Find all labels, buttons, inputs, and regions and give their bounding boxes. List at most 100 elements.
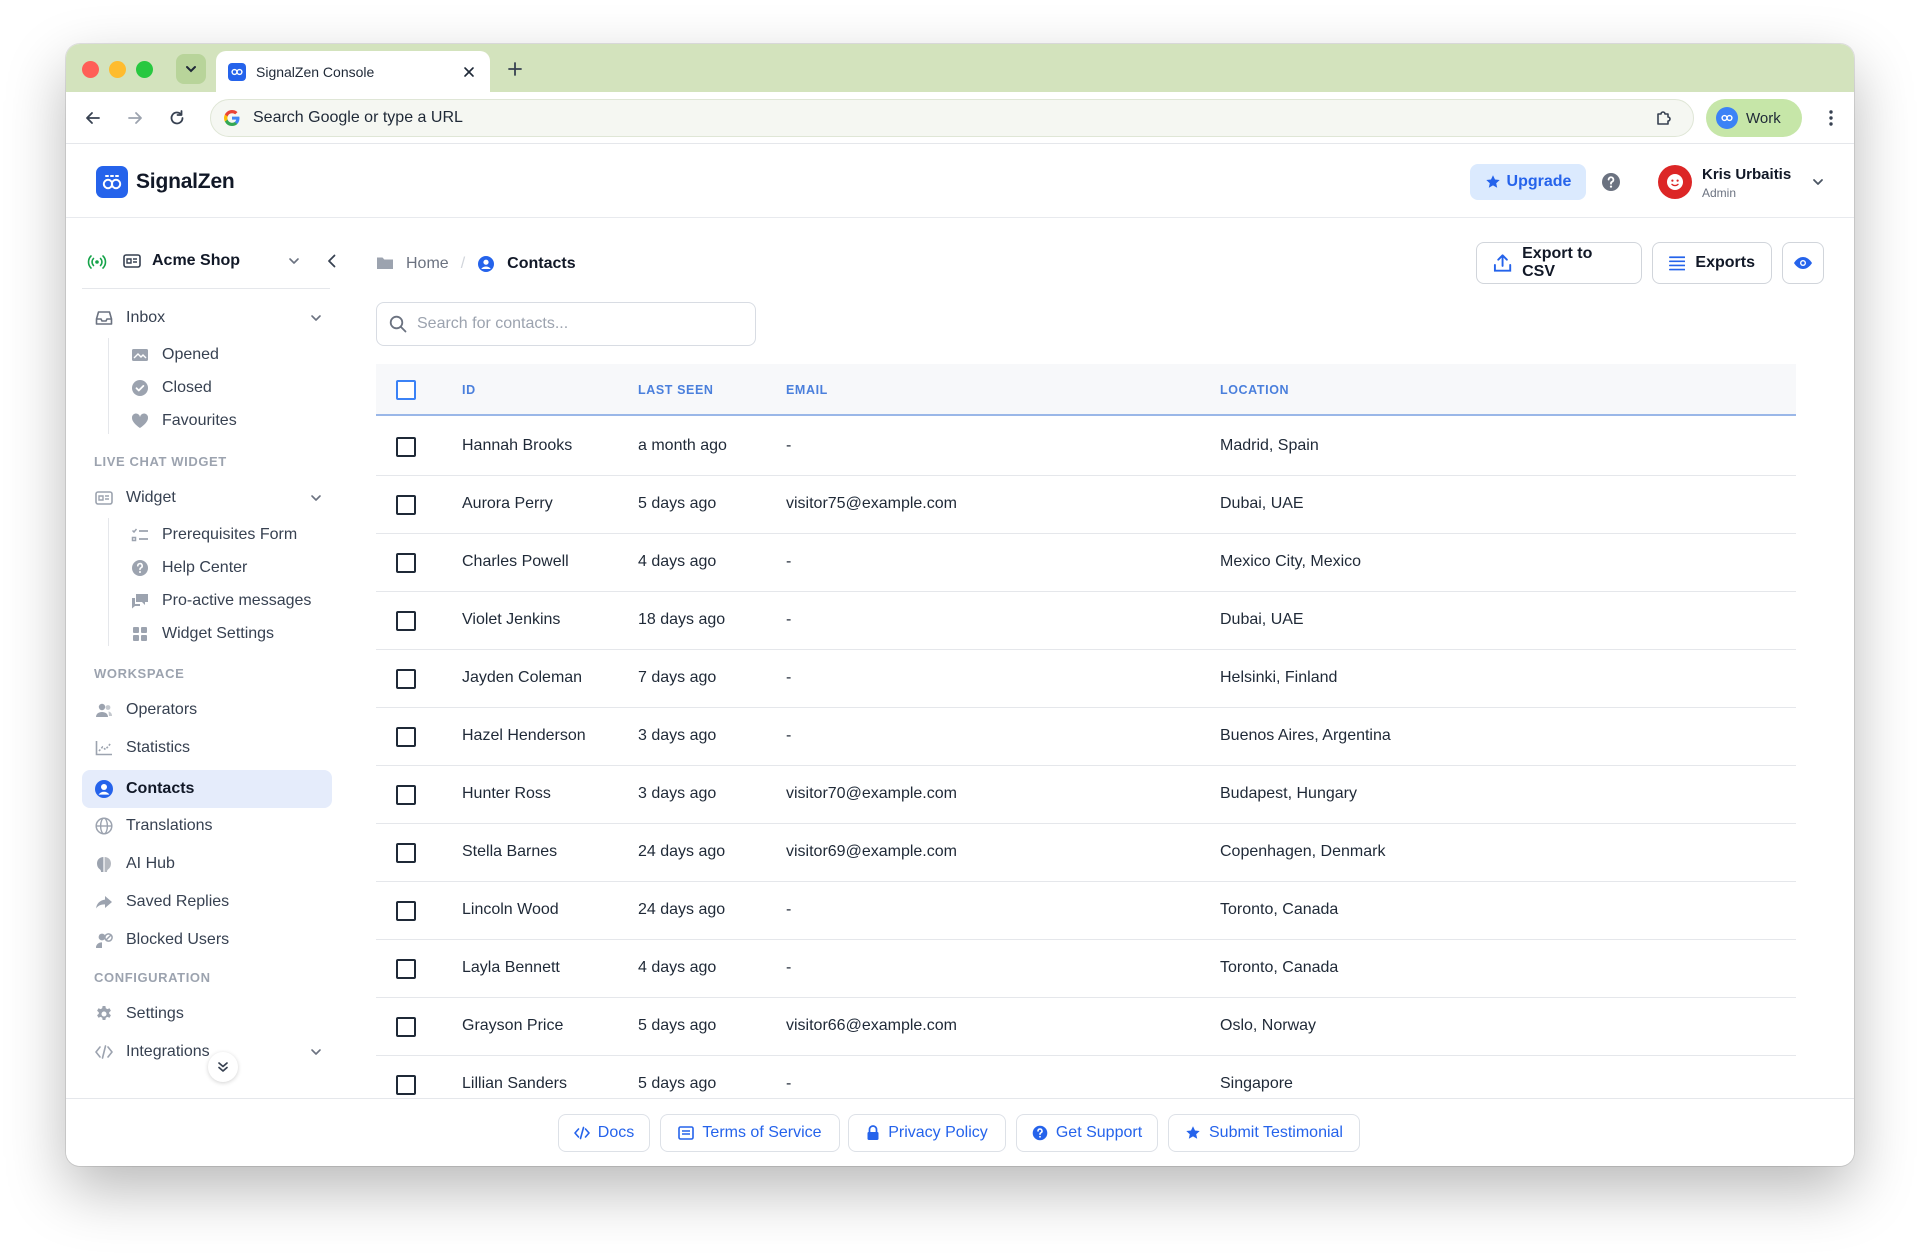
user-menu-chevron-icon[interactable]	[1810, 174, 1826, 190]
cell-last-seen: 5 days ago	[638, 495, 717, 512]
sidebar-item-help-center[interactable]: Help Center	[82, 553, 332, 583]
sidebar-item-favourites[interactable]: Favourites	[82, 406, 332, 436]
row-checkbox[interactable]	[396, 901, 416, 921]
row-checkbox[interactable]	[396, 1017, 416, 1037]
sidebar-item-label: Help Center	[162, 559, 248, 576]
support-link[interactable]: Get Support	[1016, 1114, 1158, 1152]
upgrade-button[interactable]: Upgrade	[1470, 164, 1586, 200]
sidebar-item-translations[interactable]: Translations	[82, 810, 332, 842]
column-header-id[interactable]: ID	[462, 383, 476, 397]
sidebar-item-inbox[interactable]: Inbox	[82, 302, 332, 334]
table-row[interactable]: Hunter Ross 3 days ago visitor70@example.c…	[376, 766, 1796, 824]
table-row[interactable]: Lincoln Wood 24 days ago - Toronto, Canada	[376, 882, 1796, 940]
column-header-email[interactable]: EMAIL	[786, 383, 828, 397]
export-csv-button[interactable]: Export to CSV	[1476, 242, 1642, 284]
row-checkbox[interactable]	[396, 437, 416, 457]
sidebar-item-label: Widget	[126, 489, 176, 506]
contacts-search[interactable]	[376, 302, 756, 346]
row-checkbox[interactable]	[396, 611, 416, 631]
help-button[interactable]	[1601, 172, 1621, 192]
store-icon	[122, 251, 142, 271]
inbox-icon	[94, 308, 114, 328]
privacy-label: Privacy Policy	[888, 1124, 988, 1141]
testimonial-link[interactable]: Submit Testimonial	[1168, 1114, 1360, 1152]
row-checkbox[interactable]	[396, 495, 416, 515]
breadcrumb-home[interactable]: Home	[406, 255, 449, 273]
row-checkbox[interactable]	[396, 727, 416, 747]
sidebar-item-opened[interactable]: Opened	[82, 340, 332, 370]
sidebar-item-closed[interactable]: Closed	[82, 373, 332, 403]
forward-button[interactable]	[122, 105, 148, 131]
question-circle-icon	[1032, 1125, 1048, 1141]
table-row[interactable]: Stella Barnes 24 days ago visitor69@exampl…	[376, 824, 1796, 882]
user-name[interactable]: Kris Urbaitis	[1702, 166, 1791, 183]
select-all-checkbox[interactable]	[396, 380, 416, 400]
table-row[interactable]: Grayson Price 5 days ago visitor66@example…	[376, 998, 1796, 1056]
sidebar-item-ai-hub[interactable]: AI Hub	[82, 848, 332, 880]
cell-email: visitor66@example.com	[786, 1017, 957, 1034]
address-bar[interactable]: Search Google or type a URL	[210, 99, 1694, 137]
row-checkbox[interactable]	[396, 669, 416, 689]
sidebar-item-saved-replies[interactable]: Saved Replies	[82, 886, 332, 918]
browser-tab-active[interactable]: SignalZen Console	[216, 51, 490, 92]
row-checkbox[interactable]	[396, 553, 416, 573]
view-options-button[interactable]	[1782, 242, 1824, 284]
sidebar-item-integrations[interactable]: Integrations	[82, 1036, 332, 1068]
sidebar-item-prerequisites-form[interactable]: Prerequisites Form	[82, 520, 332, 550]
close-tab-icon[interactable]	[460, 63, 478, 81]
table-row[interactable]: Hannah Brooks a month ago - Madrid, Spain	[376, 418, 1796, 476]
collapse-sidebar-icon[interactable]	[322, 251, 342, 271]
row-checkbox[interactable]	[396, 785, 416, 805]
chevron-down-icon[interactable]	[308, 1044, 324, 1060]
search-input[interactable]	[417, 315, 737, 333]
close-window-button[interactable]	[82, 61, 99, 78]
browser-window: SignalZen Console Search Google or type …	[66, 44, 1854, 1166]
browser-menu-button[interactable]	[1818, 105, 1844, 131]
table-row[interactable]: Hazel Henderson 3 days ago - Buenos Aires, …	[376, 708, 1796, 766]
sidebar-item-widget-settings[interactable]: Widget Settings	[82, 619, 332, 649]
table-row[interactable]: Lillian Sanders 5 days ago - Singapore	[376, 1056, 1796, 1098]
sidebar-item-label: Opened	[162, 346, 219, 363]
new-tab-button[interactable]	[502, 56, 528, 82]
sidebar-item-widget[interactable]: Widget	[82, 482, 332, 514]
cell-last-seen: 5 days ago	[638, 1075, 717, 1092]
sidebar-item-contacts[interactable]: Contacts	[82, 770, 332, 808]
reload-button[interactable]	[164, 105, 190, 131]
back-button[interactable]	[80, 105, 106, 131]
puzzle-icon	[1657, 111, 1671, 125]
chevron-down-icon[interactable]	[308, 310, 324, 326]
minimize-window-button[interactable]	[109, 61, 126, 78]
workspace-switcher[interactable]: Acme Shop	[86, 246, 336, 276]
sidebar-item-blocked-users[interactable]: Blocked Users	[82, 924, 332, 956]
exports-button[interactable]: Exports	[1652, 242, 1772, 284]
extensions-button[interactable]	[1650, 104, 1678, 132]
sidebar-item-operators[interactable]: Operators	[82, 694, 332, 726]
profile-button[interactable]: Work	[1706, 99, 1802, 137]
row-checkbox[interactable]	[396, 843, 416, 863]
table-row[interactable]: Aurora Perry 5 days ago visitor75@example.…	[376, 476, 1796, 534]
table-row[interactable]: Jayden Coleman 7 days ago - Helsinki, Finla…	[376, 650, 1796, 708]
maximize-window-button[interactable]	[136, 61, 153, 78]
chevron-down-icon[interactable]	[308, 490, 324, 506]
brand[interactable]: SignalZen	[96, 166, 235, 198]
scroll-down-button[interactable]	[208, 1052, 238, 1082]
table-row[interactable]: Charles Powell 4 days ago - Mexico City, Me…	[376, 534, 1796, 592]
chevron-down-icon[interactable]	[286, 253, 302, 269]
sidebar-item-settings[interactable]: Settings	[82, 998, 332, 1030]
code-icon	[94, 1042, 114, 1062]
table-row[interactable]: Layla Bennett 4 days ago - Toronto, Canada	[376, 940, 1796, 998]
export-csv-label: Export to CSV	[1522, 245, 1593, 280]
user-avatar[interactable]	[1658, 165, 1692, 199]
privacy-link[interactable]: Privacy Policy	[848, 1114, 1006, 1152]
row-checkbox[interactable]	[396, 959, 416, 979]
sidebar-item-statistics[interactable]: Statistics	[82, 732, 332, 764]
docs-link[interactable]: Docs	[558, 1114, 650, 1152]
terms-link[interactable]: Terms of Service	[660, 1114, 840, 1152]
tab-search-button[interactable]	[176, 54, 206, 84]
sidebar-item-pro-active-messages[interactable]: Pro-active messages	[82, 586, 332, 616]
row-checkbox[interactable]	[396, 1075, 416, 1095]
browser-tabstrip: SignalZen Console	[66, 44, 1854, 92]
table-row[interactable]: Violet Jenkins 18 days ago - Dubai, UAE	[376, 592, 1796, 650]
column-header-last-seen[interactable]: LAST SEEN	[638, 383, 714, 397]
column-header-location[interactable]: LOCATION	[1220, 383, 1289, 397]
